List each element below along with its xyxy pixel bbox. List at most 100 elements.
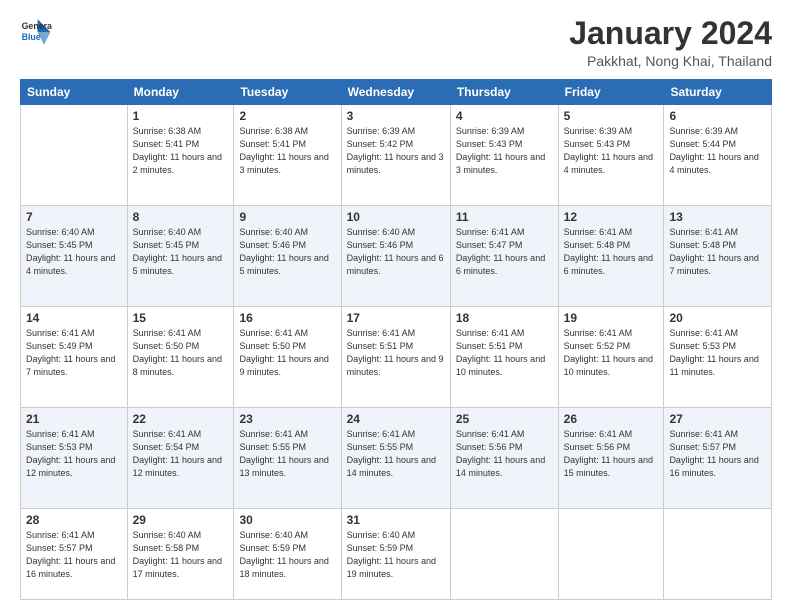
page: General Blue January 2024 Pakkhat, Nong … bbox=[0, 0, 792, 612]
day-cell: 15 Sunrise: 6:41 AMSunset: 5:50 PMDayligh… bbox=[127, 307, 234, 408]
day-header-monday: Monday bbox=[127, 80, 234, 105]
day-info: Sunrise: 6:40 AMSunset: 5:46 PMDaylight:… bbox=[347, 226, 445, 278]
day-cell: 2 Sunrise: 6:38 AMSunset: 5:41 PMDaylight… bbox=[234, 105, 341, 206]
week-row: 14 Sunrise: 6:41 AMSunset: 5:49 PMDayligh… bbox=[21, 307, 772, 408]
day-info: Sunrise: 6:41 AMSunset: 5:48 PMDaylight:… bbox=[669, 226, 766, 278]
day-cell: 1 Sunrise: 6:38 AMSunset: 5:41 PMDaylight… bbox=[127, 105, 234, 206]
day-header-tuesday: Tuesday bbox=[234, 80, 341, 105]
day-cell: 8 Sunrise: 6:40 AMSunset: 5:45 PMDaylight… bbox=[127, 206, 234, 307]
day-number: 23 bbox=[239, 412, 335, 426]
day-info: Sunrise: 6:41 AMSunset: 5:55 PMDaylight:… bbox=[347, 428, 445, 480]
day-cell: 28 Sunrise: 6:41 AMSunset: 5:57 PMDayligh… bbox=[21, 509, 128, 600]
day-number: 21 bbox=[26, 412, 122, 426]
day-info: Sunrise: 6:41 AMSunset: 5:52 PMDaylight:… bbox=[564, 327, 659, 379]
day-header-friday: Friday bbox=[558, 80, 664, 105]
svg-text:General: General bbox=[22, 21, 52, 31]
month-title: January 2024 bbox=[569, 16, 772, 51]
day-number: 28 bbox=[26, 513, 122, 527]
day-number: 26 bbox=[564, 412, 659, 426]
day-number: 8 bbox=[133, 210, 229, 224]
day-cell: 31 Sunrise: 6:40 AMSunset: 5:59 PMDayligh… bbox=[341, 509, 450, 600]
day-info: Sunrise: 6:41 AMSunset: 5:55 PMDaylight:… bbox=[239, 428, 335, 480]
day-cell bbox=[21, 105, 128, 206]
header-row: SundayMondayTuesdayWednesdayThursdayFrid… bbox=[21, 80, 772, 105]
day-number: 13 bbox=[669, 210, 766, 224]
day-cell: 26Sunrise: 6:41 AMSunset: 5:56 PMDayligh… bbox=[558, 408, 664, 509]
day-info: Sunrise: 6:38 AMSunset: 5:41 PMDaylight:… bbox=[133, 125, 229, 177]
day-info: Sunrise: 6:41 AMSunset: 5:47 PMDaylight:… bbox=[456, 226, 553, 278]
day-number: 27 bbox=[669, 412, 766, 426]
day-cell: 23 Sunrise: 6:41 AMSunset: 5:55 PMDayligh… bbox=[234, 408, 341, 509]
day-number: 15 bbox=[133, 311, 229, 325]
day-info: Sunrise: 6:41 AMSunset: 5:53 PMDaylight:… bbox=[26, 428, 122, 480]
day-cell: 3 Sunrise: 6:39 AMSunset: 5:42 PMDaylight… bbox=[341, 105, 450, 206]
day-number: 9 bbox=[239, 210, 335, 224]
day-cell bbox=[664, 509, 772, 600]
day-header-thursday: Thursday bbox=[450, 80, 558, 105]
day-cell: 17 Sunrise: 6:41 AMSunset: 5:51 PMDayligh… bbox=[341, 307, 450, 408]
day-cell bbox=[450, 509, 558, 600]
day-number: 6 bbox=[669, 109, 766, 123]
day-cell: 12Sunrise: 6:41 AMSunset: 5:48 PMDayligh… bbox=[558, 206, 664, 307]
day-cell: 29Sunrise: 6:40 AMSunset: 5:58 PMDayligh… bbox=[127, 509, 234, 600]
day-info: Sunrise: 6:41 AMSunset: 5:50 PMDaylight:… bbox=[133, 327, 229, 379]
day-info: Sunrise: 6:41 AMSunset: 5:57 PMDaylight:… bbox=[26, 529, 122, 581]
subtitle: Pakkhat, Nong Khai, Thailand bbox=[569, 53, 772, 69]
day-info: Sunrise: 6:39 AMSunset: 5:43 PMDaylight:… bbox=[456, 125, 553, 177]
day-number: 22 bbox=[133, 412, 229, 426]
day-cell: 18 Sunrise: 6:41 AMSunset: 5:51 PMDayligh… bbox=[450, 307, 558, 408]
day-info: Sunrise: 6:41 AMSunset: 5:49 PMDaylight:… bbox=[26, 327, 122, 379]
day-number: 31 bbox=[347, 513, 445, 527]
day-info: Sunrise: 6:39 AMSunset: 5:42 PMDaylight:… bbox=[347, 125, 445, 177]
day-cell: 7 Sunrise: 6:40 AMSunset: 5:45 PMDaylight… bbox=[21, 206, 128, 307]
svg-text:Blue: Blue bbox=[22, 32, 41, 42]
day-cell: 25Sunrise: 6:41 AMSunset: 5:56 PMDayligh… bbox=[450, 408, 558, 509]
day-cell: 9Sunrise: 6:40 AMSunset: 5:46 PMDaylight… bbox=[234, 206, 341, 307]
day-number: 30 bbox=[239, 513, 335, 527]
day-cell: 19 Sunrise: 6:41 AMSunset: 5:52 PMDayligh… bbox=[558, 307, 664, 408]
week-row: 1 Sunrise: 6:38 AMSunset: 5:41 PMDaylight… bbox=[21, 105, 772, 206]
day-cell: 24 Sunrise: 6:41 AMSunset: 5:55 PMDayligh… bbox=[341, 408, 450, 509]
day-number: 4 bbox=[456, 109, 553, 123]
day-info: Sunrise: 6:40 AMSunset: 5:58 PMDaylight:… bbox=[133, 529, 229, 581]
day-number: 16 bbox=[239, 311, 335, 325]
day-info: Sunrise: 6:40 AMSunset: 5:45 PMDaylight:… bbox=[26, 226, 122, 278]
calendar-table: SundayMondayTuesdayWednesdayThursdayFrid… bbox=[20, 79, 772, 600]
day-number: 14 bbox=[26, 311, 122, 325]
day-number: 11 bbox=[456, 210, 553, 224]
week-row: 28 Sunrise: 6:41 AMSunset: 5:57 PMDayligh… bbox=[21, 509, 772, 600]
day-info: Sunrise: 6:39 AMSunset: 5:43 PMDaylight:… bbox=[564, 125, 659, 177]
day-cell: 11 Sunrise: 6:41 AMSunset: 5:47 PMDayligh… bbox=[450, 206, 558, 307]
day-number: 17 bbox=[347, 311, 445, 325]
day-info: Sunrise: 6:41 AMSunset: 5:57 PMDaylight:… bbox=[669, 428, 766, 480]
day-info: Sunrise: 6:41 AMSunset: 5:51 PMDaylight:… bbox=[347, 327, 445, 379]
day-info: Sunrise: 6:39 AMSunset: 5:44 PMDaylight:… bbox=[669, 125, 766, 177]
day-cell: 30 Sunrise: 6:40 AMSunset: 5:59 PMDayligh… bbox=[234, 509, 341, 600]
day-info: Sunrise: 6:38 AMSunset: 5:41 PMDaylight:… bbox=[239, 125, 335, 177]
day-number: 12 bbox=[564, 210, 659, 224]
day-cell: 27 Sunrise: 6:41 AMSunset: 5:57 PMDayligh… bbox=[664, 408, 772, 509]
day-info: Sunrise: 6:41 AMSunset: 5:51 PMDaylight:… bbox=[456, 327, 553, 379]
day-cell: 10 Sunrise: 6:40 AMSunset: 5:46 PMDayligh… bbox=[341, 206, 450, 307]
day-number: 7 bbox=[26, 210, 122, 224]
day-number: 18 bbox=[456, 311, 553, 325]
day-number: 10 bbox=[347, 210, 445, 224]
day-info: Sunrise: 6:41 AMSunset: 5:53 PMDaylight:… bbox=[669, 327, 766, 379]
day-info: Sunrise: 6:40 AMSunset: 5:59 PMDaylight:… bbox=[239, 529, 335, 581]
day-cell: 6 Sunrise: 6:39 AMSunset: 5:44 PMDaylight… bbox=[664, 105, 772, 206]
day-cell: 4 Sunrise: 6:39 AMSunset: 5:43 PMDaylight… bbox=[450, 105, 558, 206]
day-number: 19 bbox=[564, 311, 659, 325]
day-info: Sunrise: 6:40 AMSunset: 5:45 PMDaylight:… bbox=[133, 226, 229, 278]
day-number: 3 bbox=[347, 109, 445, 123]
day-number: 24 bbox=[347, 412, 445, 426]
logo-icon: General Blue bbox=[20, 16, 52, 48]
day-cell: 22 Sunrise: 6:41 AMSunset: 5:54 PMDayligh… bbox=[127, 408, 234, 509]
day-info: Sunrise: 6:40 AMSunset: 5:59 PMDaylight:… bbox=[347, 529, 445, 581]
day-number: 1 bbox=[133, 109, 229, 123]
logo: General Blue bbox=[20, 16, 52, 48]
header: General Blue January 2024 Pakkhat, Nong … bbox=[20, 16, 772, 69]
day-number: 2 bbox=[239, 109, 335, 123]
day-info: Sunrise: 6:41 AMSunset: 5:54 PMDaylight:… bbox=[133, 428, 229, 480]
day-number: 5 bbox=[564, 109, 659, 123]
day-number: 20 bbox=[669, 311, 766, 325]
